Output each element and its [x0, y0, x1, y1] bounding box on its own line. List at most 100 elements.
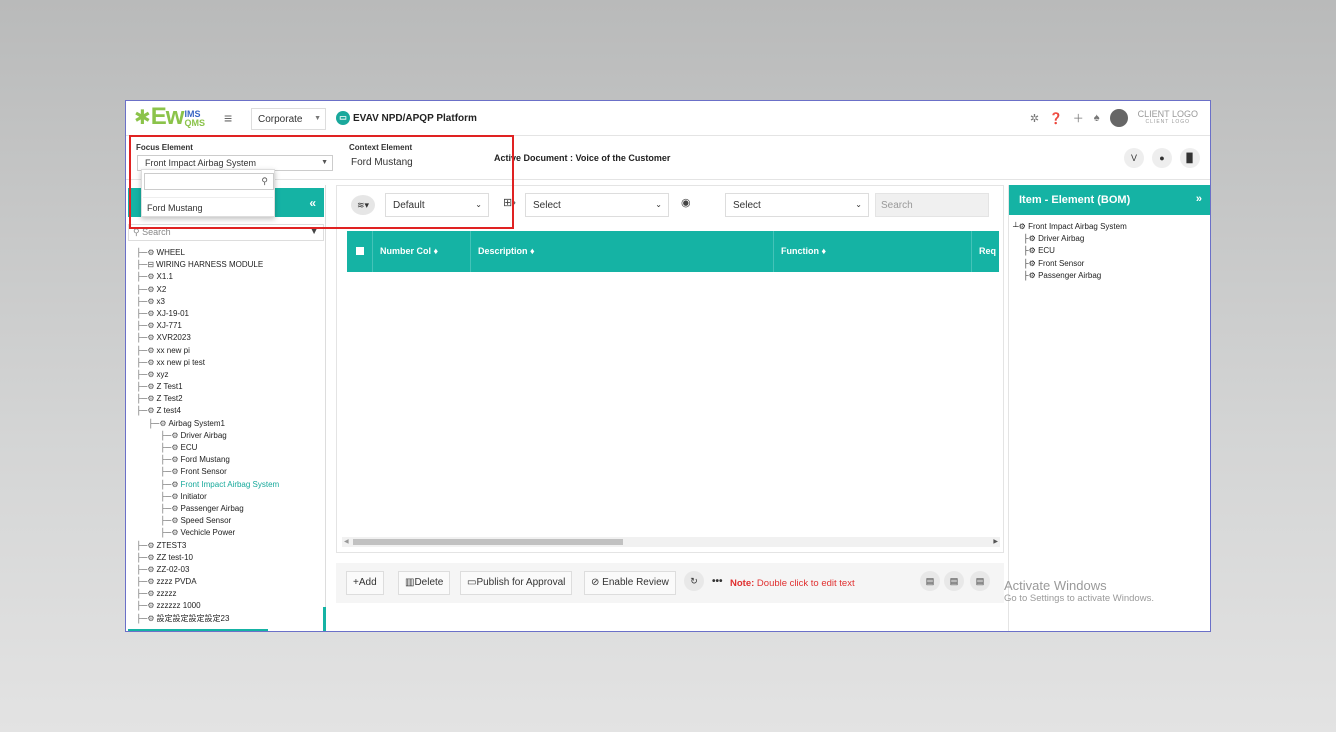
refresh-icon[interactable]: ↻ [684, 571, 704, 591]
logo-text: Ew [150, 103, 185, 130]
gear-icon: ├─⚙ [160, 467, 179, 477]
gear-icon: ├─⚙ [160, 516, 179, 526]
tree-item[interactable]: ├─⚙ Z Test2 [136, 393, 326, 405]
gear-icon: ├─⚙ [136, 540, 155, 550]
tree-item[interactable]: ├─⚙ zzzzzz 1000 [136, 600, 326, 612]
gear-icon: ├─⚙ [160, 479, 179, 489]
tree-item[interactable]: ├─⚙ Z test4 [136, 405, 326, 417]
ewims-logo[interactable]: ✱ Ew IMS QMS [134, 103, 205, 130]
gear-icon: ├─⚙ [136, 382, 155, 392]
chevron-down-icon: ⌄ [655, 200, 662, 209]
tree-item[interactable]: ├─⚙ XJ-771 [136, 320, 326, 332]
gear-icon: ├─⚙ [160, 503, 179, 513]
gear-icon: ├⚙ [1023, 270, 1039, 280]
tree-item[interactable]: ├─⊟ WIRING HARNESS MODULE [136, 259, 326, 271]
column-number-col[interactable]: Number Col ♦ [373, 231, 471, 272]
export-pdf-icon[interactable]: ▤ [920, 571, 940, 591]
tree-item[interactable]: ├─⚙ Speed Sensor [136, 515, 326, 527]
gear-icon: ├─⚙ [136, 272, 155, 282]
grid-scrollbar[interactable]: ◀ ▶ [342, 537, 1000, 547]
gear-icon: ├─⚙ [136, 369, 155, 379]
grid-search-input[interactable]: Search [875, 193, 989, 217]
tree-item[interactable]: ├─⚙ xyz [136, 369, 326, 381]
gear-icon: ├─⚙ [136, 308, 155, 318]
export-doc-icon[interactable]: ▤ [944, 571, 964, 591]
tree-item[interactable]: ├─⚙ X2 [136, 284, 326, 296]
tree-item[interactable]: ├─⚙ WHEEL [136, 247, 326, 259]
platform-icon: ▭ [336, 111, 350, 125]
help-icon[interactable]: ❓ [1049, 112, 1063, 125]
column-req[interactable]: Req [972, 231, 999, 272]
chart-button[interactable]: ▉ [1180, 148, 1200, 168]
bom-item[interactable]: ├⚙ Passenger Airbag [1013, 270, 1127, 282]
more-icon[interactable]: ••• [712, 576, 723, 587]
gear-icon: ├─⚙ [136, 577, 155, 587]
avatar[interactable] [1109, 109, 1128, 127]
gear-icon[interactable]: ✲ [1030, 112, 1039, 125]
tree-item[interactable]: ├─⚙ Airbag System1 [136, 418, 326, 430]
plus-icon[interactable]: ＋ [1073, 110, 1084, 126]
tree-item[interactable]: ├─⚙ Z Test1 [136, 381, 326, 393]
top-bar: ✱ Ew IMS QMS ≡ Corporate ▼ ▭ EVAV NPD/APQP … [126, 101, 1210, 136]
org-select[interactable]: Corporate ▼ [251, 108, 326, 130]
publish-button[interactable]: ▭Publish for Approval [460, 571, 573, 595]
tree-item[interactable]: ├─⚙ 設定設定設定設定23 [136, 613, 326, 625]
delete-button[interactable]: ▥Delete [398, 571, 451, 595]
gear-icon: ├─⚙ [160, 528, 179, 538]
tree-item[interactable]: ├─⚙ XVR2023 [136, 332, 326, 344]
hamburger-menu-icon[interactable]: ≡ [224, 110, 232, 126]
chevron-down-icon: ⌄ [855, 200, 862, 209]
tree-scrollbar[interactable] [323, 607, 326, 631]
column-description[interactable]: Description ♦ [471, 231, 774, 272]
add-button[interactable]: +Add [346, 571, 384, 595]
select-filter-2[interactable]: Select ⌄ [725, 193, 869, 217]
export-xls-icon[interactable]: ▤ [970, 571, 990, 591]
tree-item[interactable]: ├─⚙ ZZ-02-03 [136, 564, 326, 576]
tree-item[interactable]: ├─⚙ X1.1 [136, 271, 326, 283]
bom-item[interactable]: ├⚙ Front Sensor [1013, 258, 1127, 270]
select-filter-1[interactable]: Select ⌄ [525, 193, 669, 217]
tree-item[interactable]: ├─⚙ ECU [136, 442, 326, 454]
gear-icon: ┴⚙ [1013, 222, 1029, 231]
drop-button[interactable]: ● [1152, 148, 1172, 168]
gear-icon: ├─⚙ [160, 491, 179, 501]
enable-review-button[interactable]: ⊘ Enable Review [584, 571, 676, 595]
tree-item[interactable]: ├─⚙ Passenger Airbag [136, 503, 326, 515]
tree-item[interactable]: ├─⚙ Vechicle Power [136, 527, 326, 539]
column-function[interactable]: Function ♦ [774, 231, 972, 272]
tree-item[interactable]: ├─⚙ x3 [136, 296, 326, 308]
logo-star-icon: ✱ [134, 107, 151, 129]
org-select-value: Corporate [258, 114, 303, 125]
tree-item[interactable]: ├─⚙ ZTEST3 [136, 540, 326, 552]
gear-icon: ├─⚙ [136, 248, 155, 257]
bom-item[interactable]: ├⚙ ECU [1013, 245, 1127, 257]
tree-item[interactable]: ├─⚙ zzzz PVDA [136, 576, 326, 588]
tree-item[interactable]: ├─⚙ zzzzz [136, 588, 326, 600]
tree-item[interactable]: ├─⚙ ZZ test-10 [136, 552, 326, 564]
bell-icon[interactable]: ♠ [1094, 112, 1100, 124]
tree-item[interactable]: ├─⚙ xx new pi [136, 345, 326, 357]
chevron-down-icon: ▼ [314, 115, 321, 122]
tree-item[interactable]: ├─⚙ xx new pi test [136, 357, 326, 369]
gear-icon: ├─⚙ [136, 601, 155, 611]
right-panel-header: Item - Element (BOM) » [1009, 185, 1210, 215]
tree-item[interactable]: ├─⚙ Ford Mustang [136, 454, 326, 466]
tree-item[interactable]: ├─⚙ XJ-19-01 [136, 308, 326, 320]
eye-icon[interactable]: ◉ [681, 196, 691, 209]
select-all-checkbox[interactable] [356, 247, 364, 255]
highlight-box [129, 135, 514, 229]
tree-item[interactable]: ├─⚙ Front Sensor [136, 466, 326, 478]
select-all-column [347, 231, 373, 272]
tree-item[interactable]: ├─⚙ Initiator [136, 491, 326, 503]
bom-item[interactable]: ├⚙ Driver Airbag [1013, 233, 1127, 245]
expand-right-icon[interactable]: » [1196, 193, 1202, 205]
grid-header: Number Col ♦ Description ♦ Function ♦ Re… [347, 231, 999, 272]
gear-icon: ├─⚙ [136, 321, 155, 331]
bom-tree: ┴⚙ Front Impact Airbag System ├⚙ Driver A… [1013, 221, 1127, 282]
tree-item[interactable]: ├─⚙ Front Impact Airbag System [136, 479, 326, 491]
tree-item[interactable]: ├─⚙ Driver Airbag [136, 430, 326, 442]
gear-icon: ├⚙ [1023, 234, 1039, 244]
version-button[interactable]: V [1124, 148, 1144, 168]
platform-label: EVAV NPD/APQP Platform [353, 112, 477, 124]
bom-item[interactable]: ┴⚙ Front Impact Airbag System [1013, 221, 1127, 233]
